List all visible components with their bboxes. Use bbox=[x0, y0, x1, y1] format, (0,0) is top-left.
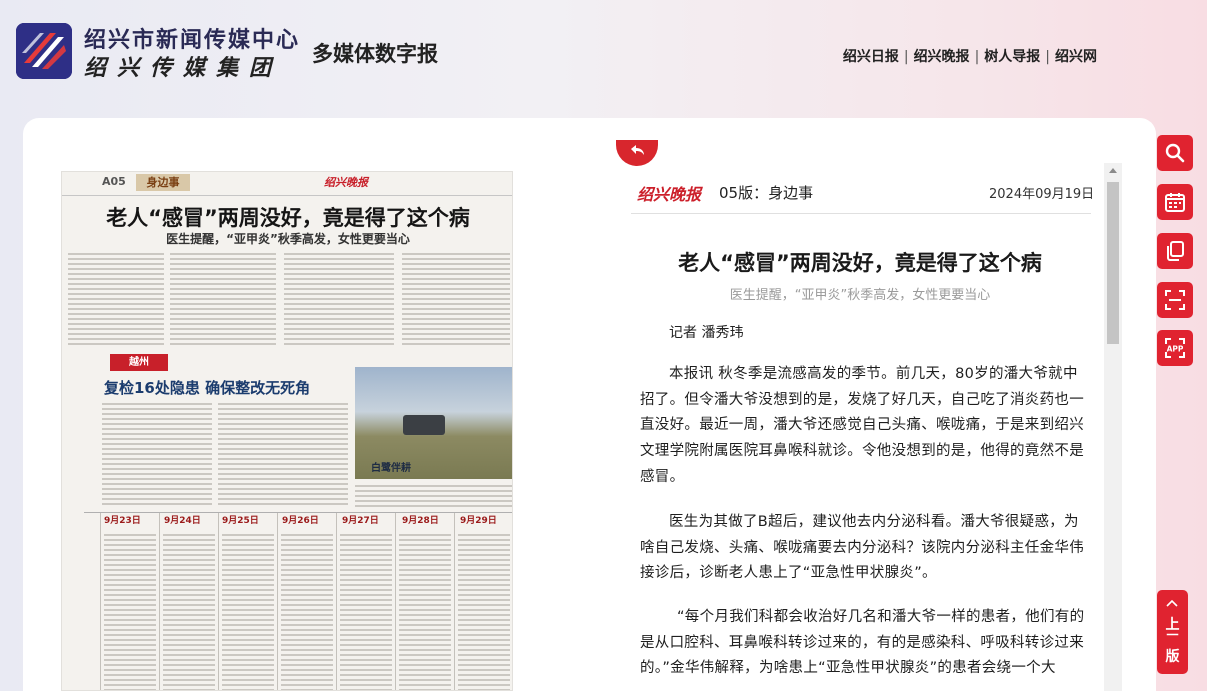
copy-icon bbox=[1167, 241, 1184, 261]
return-arrow-icon bbox=[631, 145, 644, 155]
page-text-column bbox=[355, 482, 512, 508]
previous-page-label-2: 一 bbox=[1166, 628, 1179, 642]
brand-name-secondary: 绍兴传媒集团 bbox=[84, 55, 283, 81]
grid-line bbox=[277, 513, 278, 690]
calendar-icon bbox=[1165, 193, 1185, 212]
page-masthead: A05 身边事 绍兴晚报 bbox=[62, 172, 512, 196]
page-text-column bbox=[218, 400, 348, 508]
app-button[interactable]: APP bbox=[1157, 330, 1193, 366]
site-title: 多媒体数字报 bbox=[312, 42, 438, 66]
chevron-up-icon bbox=[1166, 599, 1178, 607]
article-paragraph: 医生为其做了B超后，建议他去内分泌科看。潘大爷很疑惑，为啥自己发烧、头痛、喉咙痛… bbox=[640, 514, 1084, 582]
page-article-headline[interactable]: 老人“感冒”两周没好，竟是得了这个病 bbox=[62, 202, 512, 232]
tv-schedule-grid: 9月23日 9月24日 9月25日 9月26日 9月27日 9月28日 9月29… bbox=[84, 512, 512, 690]
scrollbar-thumb[interactable] bbox=[1107, 182, 1119, 344]
app-icon: APP bbox=[1165, 338, 1185, 358]
article-paragraph: “每个月我们科都会收治好几名和潘大爷一样的患者，他们有的是从口腔科、耳鼻喉科转诊… bbox=[640, 609, 1085, 677]
top-nav-links: 绍兴日报 | 绍兴晚报 | 树人导报 | 绍兴网 bbox=[843, 46, 1097, 66]
scroll-up-arrow-icon[interactable] bbox=[1109, 168, 1117, 173]
schedule-day: 9月26日 bbox=[282, 516, 319, 526]
nav-link-shaoxing-evening[interactable]: 绍兴晚报 bbox=[914, 49, 970, 65]
schedule-day: 9月27日 bbox=[342, 516, 379, 526]
page-masthead-logo: 绍兴晚报 bbox=[324, 176, 368, 189]
nav-link-shaoxing-web[interactable]: 绍兴网 bbox=[1055, 49, 1097, 65]
nav-separator: | bbox=[903, 49, 909, 65]
page-section-badge: 越州 bbox=[110, 354, 168, 371]
grid-line bbox=[336, 513, 337, 690]
brand-logo-icon[interactable] bbox=[16, 23, 72, 79]
grid-line bbox=[159, 513, 160, 690]
reader-paper-logo: 绍兴晚报 bbox=[637, 185, 702, 204]
article-author: 记者 潘秀玮 bbox=[669, 325, 744, 341]
schedule-day: 9月23日 bbox=[104, 516, 141, 526]
page-code: A05 bbox=[102, 175, 126, 188]
schedule-column bbox=[104, 531, 156, 690]
grid-line bbox=[454, 513, 455, 690]
search-button[interactable] bbox=[1157, 135, 1193, 171]
nav-link-shuren-guide[interactable]: 树人导报 bbox=[984, 49, 1040, 65]
scan-icon bbox=[1165, 290, 1185, 310]
article-paragraph: 本报讯 秋冬季是流感高发的季节。前几天，80岁的潘大爷就中招了。但令潘大爷没想到… bbox=[640, 366, 1084, 485]
page-article-subheadline: 医生提醒，“亚甲炎”秋季高发，女性更要当心 bbox=[166, 232, 410, 246]
nav-separator: | bbox=[1045, 49, 1050, 65]
grid-line bbox=[100, 513, 101, 690]
schedule-column bbox=[163, 531, 215, 690]
reader-edition-label: 05版：身边事 bbox=[719, 184, 814, 202]
page-text-column bbox=[284, 250, 394, 346]
article-subtitle: 医生提醒，“亚甲炎”秋季高发，女性更要当心 bbox=[729, 288, 991, 303]
page-second-headline[interactable]: 复检16处隐患 确保整改无死角 bbox=[104, 377, 310, 398]
calendar-button[interactable] bbox=[1157, 184, 1193, 220]
schedule-column bbox=[222, 531, 274, 690]
app-label: APP bbox=[1167, 345, 1184, 354]
reader-date: 2024年09月19日 bbox=[989, 187, 1095, 202]
page-text-column bbox=[68, 250, 164, 346]
schedule-day: 9月29日 bbox=[460, 516, 497, 526]
schedule-column bbox=[340, 531, 392, 690]
scan-button[interactable] bbox=[1157, 282, 1193, 318]
newspaper-page-preview[interactable]: A05 身边事 绍兴晚报 老人“感冒”两周没好，竟是得了这个病 医生提醒，“亚甲… bbox=[61, 171, 513, 691]
page-text-column bbox=[402, 250, 510, 346]
nav-link-shaoxing-daily[interactable]: 绍兴日报 bbox=[843, 49, 899, 65]
page-text-column bbox=[170, 250, 276, 346]
grid-line bbox=[218, 513, 219, 690]
photo-tractor-shape bbox=[403, 415, 445, 435]
schedule-column bbox=[399, 531, 451, 690]
copy-button[interactable] bbox=[1157, 233, 1193, 269]
search-icon bbox=[1165, 143, 1185, 163]
page-section-tag: 身边事 bbox=[136, 174, 190, 191]
grid-line bbox=[395, 513, 396, 690]
previous-page-label-3: 版 bbox=[1165, 649, 1180, 665]
photo-caption: 白鹭伴耕 bbox=[371, 463, 411, 474]
page-photo[interactable]: 白鹭伴耕 bbox=[355, 367, 512, 479]
reader-divider bbox=[631, 213, 1091, 214]
schedule-column bbox=[458, 531, 510, 690]
article-title: 老人“感冒”两周没好，竟是得了这个病 bbox=[678, 251, 1042, 275]
previous-page-button[interactable]: 上 一 版 bbox=[1157, 590, 1188, 674]
schedule-day: 9月28日 bbox=[402, 516, 439, 526]
schedule-day: 9月24日 bbox=[164, 516, 201, 526]
article-scrollbar[interactable] bbox=[1104, 163, 1122, 691]
nav-separator: | bbox=[974, 49, 980, 65]
schedule-column bbox=[281, 531, 333, 690]
schedule-day: 9月25日 bbox=[222, 516, 259, 526]
site-header: 绍兴市新闻传媒中心 绍兴传媒集团 多媒体数字报 绍兴日报 | 绍兴晚报 | 树人导报 | 绍… bbox=[0, 0, 1207, 118]
page-text-column bbox=[102, 400, 212, 508]
